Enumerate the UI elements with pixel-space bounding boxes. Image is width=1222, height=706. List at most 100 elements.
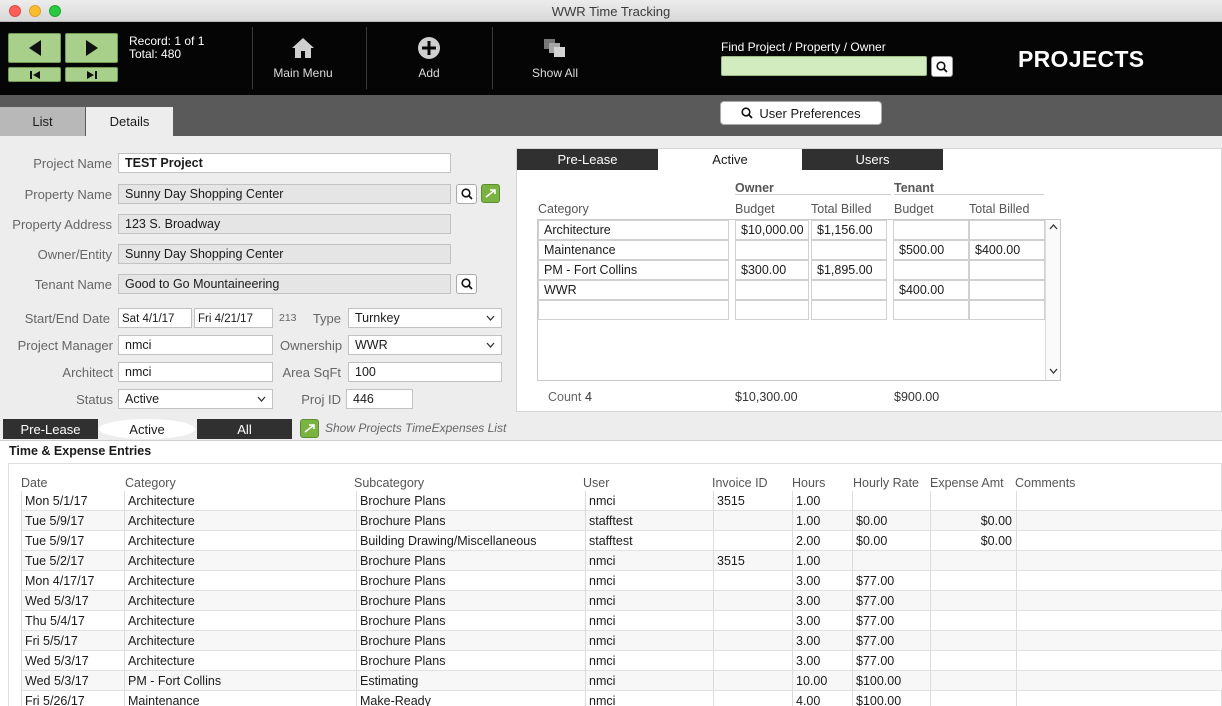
cell-category[interactable]: Architecture <box>124 651 356 671</box>
budget-cell-tenant-budget[interactable] <box>893 220 969 240</box>
tab-details[interactable]: Details <box>86 107 173 136</box>
cell-comments[interactable] <box>1016 671 1222 691</box>
cell-hours[interactable]: 3.00 <box>792 591 852 611</box>
cell-subcategory[interactable]: Brochure Plans <box>356 491 585 511</box>
tab-budget-active[interactable]: Active <box>659 149 801 170</box>
cell-hours[interactable]: 1.00 <box>792 551 852 571</box>
budget-cell-tenant-billed[interactable] <box>969 220 1045 240</box>
cell-comments[interactable] <box>1016 631 1222 651</box>
budget-cell-owner-billed[interactable]: $1,156.00 <box>811 220 887 240</box>
project-name-field[interactable]: TEST Project <box>118 153 451 173</box>
architect-field[interactable]: nmci <box>118 362 273 382</box>
cell-subcategory[interactable]: Brochure Plans <box>356 511 585 531</box>
cell-comments[interactable] <box>1016 611 1222 631</box>
cell-invoice-id[interactable] <box>713 691 792 706</box>
cell-category[interactable]: Architecture <box>124 571 356 591</box>
table-row[interactable]: Thu 5/4/17 Architecture Brochure Plans nmci… <box>21 611 1222 631</box>
cell-date[interactable]: Wed 5/3/17 <box>21 671 124 691</box>
table-row[interactable]: Tue 5/9/17 Architecture Building Drawing/M… <box>21 531 1222 551</box>
cell-date[interactable]: Fri 5/5/17 <box>21 631 124 651</box>
cell-expense-amt[interactable] <box>930 591 1016 611</box>
property-address-field[interactable]: 123 S. Broadway <box>118 214 451 234</box>
cell-invoice-id[interactable]: 3515 <box>713 551 792 571</box>
type-select[interactable]: Turnkey <box>348 308 502 328</box>
cell-expense-amt[interactable] <box>930 611 1016 631</box>
cell-date[interactable]: Wed 5/3/17 <box>21 591 124 611</box>
cell-date[interactable]: Tue 5/9/17 <box>21 511 124 531</box>
cell-invoice-id[interactable]: 3515 <box>713 491 792 511</box>
cell-subcategory[interactable]: Brochure Plans <box>356 611 585 631</box>
project-manager-field[interactable]: nmci <box>118 335 273 355</box>
budget-cell-owner-budget[interactable] <box>735 280 809 300</box>
last-record-button[interactable] <box>65 67 118 82</box>
budget-cell-owner-budget[interactable]: $10,000.00 <box>735 220 809 240</box>
cell-hourly-rate[interactable]: $0.00 <box>852 531 930 551</box>
cell-hourly-rate[interactable]: $77.00 <box>852 571 930 591</box>
cell-expense-amt[interactable] <box>930 571 1016 591</box>
cell-hourly-rate[interactable]: $77.00 <box>852 651 930 671</box>
cell-comments[interactable] <box>1016 571 1222 591</box>
property-goto-button[interactable] <box>481 184 500 203</box>
cell-user[interactable]: nmci <box>585 631 713 651</box>
cell-hours[interactable]: 3.00 <box>792 631 852 651</box>
tab-list[interactable]: List <box>0 107 85 136</box>
cell-invoice-id[interactable] <box>713 631 792 651</box>
cell-hourly-rate[interactable]: $100.00 <box>852 671 930 691</box>
table-row[interactable]: Tue 5/2/17 Architecture Brochure Plans nmci… <box>21 551 1222 571</box>
cell-expense-amt[interactable]: $0.00 <box>930 531 1016 551</box>
cell-date[interactable]: Fri 5/26/17 <box>21 691 124 706</box>
end-date-field[interactable]: Fri 4/21/17 <box>194 308 273 328</box>
cell-expense-amt[interactable]: $0.00 <box>930 511 1016 531</box>
budget-cell-tenant-budget[interactable]: $500.00 <box>893 240 969 260</box>
cell-invoice-id[interactable] <box>713 611 792 631</box>
find-button[interactable] <box>931 56 953 77</box>
budget-cell-category[interactable]: PM - Fort Collins <box>538 260 729 280</box>
budget-cell-owner-budget[interactable] <box>735 240 809 260</box>
cell-hourly-rate[interactable]: $77.00 <box>852 631 930 651</box>
cell-hourly-rate[interactable] <box>852 551 930 571</box>
cell-comments[interactable] <box>1016 511 1222 531</box>
cell-hourly-rate[interactable]: $100.00 <box>852 691 930 706</box>
budget-cell-tenant-budget[interactable] <box>893 300 969 320</box>
budget-cell-category[interactable] <box>538 300 729 320</box>
owner-entity-field[interactable]: Sunny Day Shopping Center <box>118 244 451 264</box>
cell-invoice-id[interactable] <box>713 511 792 531</box>
property-search-button[interactable] <box>456 184 477 204</box>
tab-budget-users[interactable]: Users <box>802 149 943 170</box>
cell-category[interactable]: Architecture <box>124 491 356 511</box>
tenant-name-field[interactable]: Good to Go Mountaineering <box>118 274 451 294</box>
ownership-select[interactable]: WWR <box>348 335 502 355</box>
tab-entries-all[interactable]: All <box>197 419 292 439</box>
budget-cell-tenant-billed[interactable] <box>969 260 1045 280</box>
start-date-field[interactable]: Sat 4/1/17 <box>118 308 192 328</box>
budget-cell-owner-billed[interactable] <box>811 300 887 320</box>
cell-invoice-id[interactable] <box>713 571 792 591</box>
cell-user[interactable]: nmci <box>585 571 713 591</box>
budget-cell-owner-billed[interactable]: $1,895.00 <box>811 260 887 280</box>
cell-subcategory[interactable]: Brochure Plans <box>356 651 585 671</box>
table-row[interactable]: Fri 5/26/17 Maintenance Make-Ready nmci 4.00… <box>21 691 1222 706</box>
cell-user[interactable]: nmci <box>585 691 713 706</box>
cell-hours[interactable]: 10.00 <box>792 671 852 691</box>
cell-invoice-id[interactable] <box>713 591 792 611</box>
previous-record-button[interactable] <box>8 33 61 63</box>
cell-user[interactable]: stafftest <box>585 531 713 551</box>
cell-hours[interactable]: 1.00 <box>792 511 852 531</box>
table-row[interactable]: Wed 5/3/17 Architecture Brochure Plans nmci… <box>21 651 1222 671</box>
cell-subcategory[interactable]: Brochure Plans <box>356 631 585 651</box>
cell-hours[interactable]: 3.00 <box>792 611 852 631</box>
cell-user[interactable]: nmci <box>585 651 713 671</box>
cell-category[interactable]: Maintenance <box>124 691 356 706</box>
cell-comments[interactable] <box>1016 531 1222 551</box>
table-row[interactable]: Fri 5/5/17 Architecture Brochure Plans nmci… <box>21 631 1222 651</box>
cell-hourly-rate[interactable] <box>852 491 930 511</box>
cell-date[interactable]: Wed 5/3/17 <box>21 651 124 671</box>
project-id-field[interactable]: 446 <box>346 389 413 409</box>
cell-expense-amt[interactable] <box>930 631 1016 651</box>
budget-cell-tenant-billed[interactable] <box>969 280 1045 300</box>
cell-subcategory[interactable]: Building Drawing/Miscellaneous <box>356 531 585 551</box>
area-sqft-field[interactable]: 100 <box>348 362 502 382</box>
cell-expense-amt[interactable] <box>930 551 1016 571</box>
budget-cell-owner-budget[interactable] <box>735 300 809 320</box>
cell-subcategory[interactable]: Make-Ready <box>356 691 585 706</box>
